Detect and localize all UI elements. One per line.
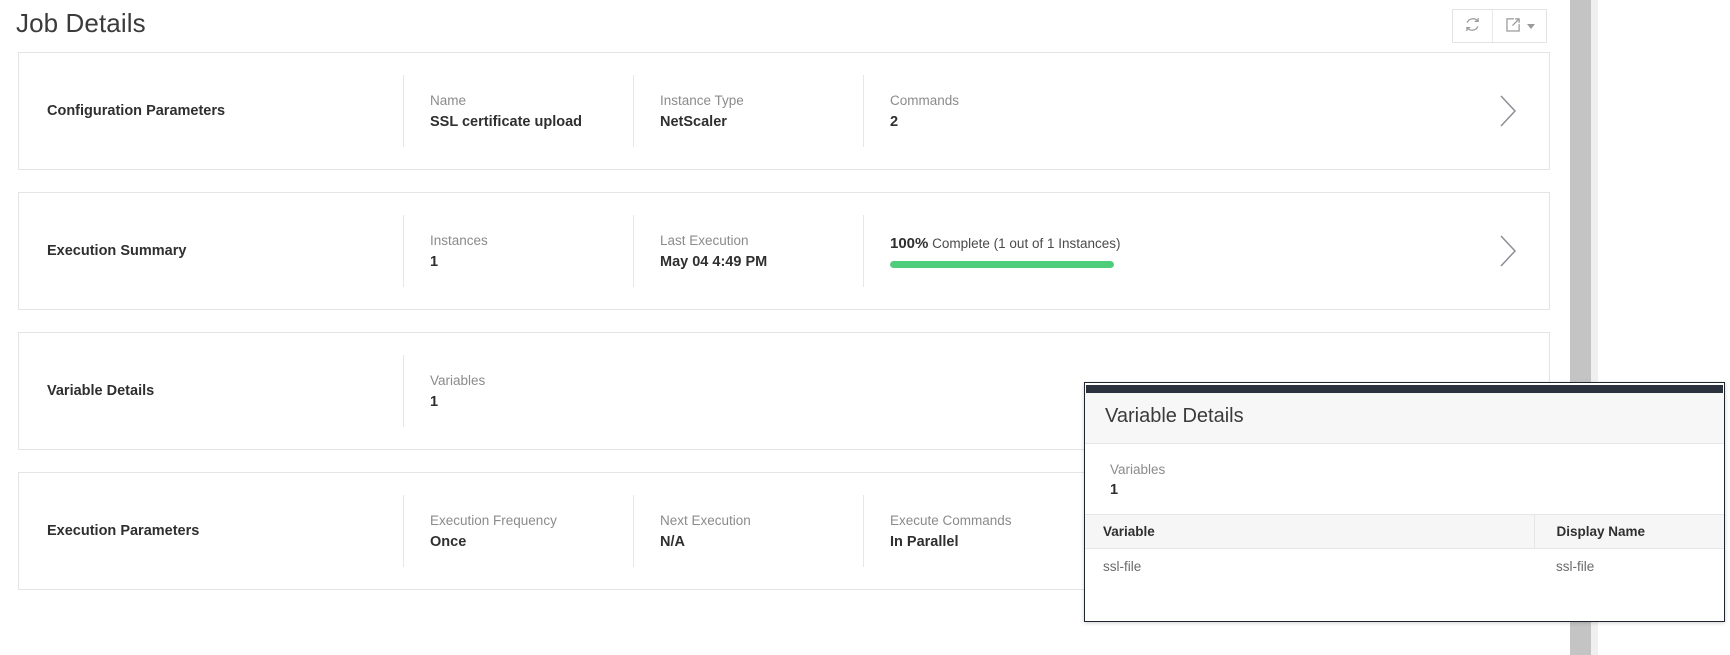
progress-block: 100% Complete (1 out of 1 Instances): [863, 215, 1549, 287]
table-header-row: Variable Display Name: [1085, 514, 1724, 549]
field-value: SSL certificate upload: [430, 113, 583, 130]
column-header-variable[interactable]: Variable: [1085, 514, 1534, 549]
field-instance-type: Instance Type NetScaler: [633, 75, 863, 147]
field-commands: Commands 2: [863, 75, 1549, 147]
field-instances: Instances 1: [403, 215, 633, 287]
progress-caption: Complete (1 out of 1 Instances): [932, 235, 1121, 251]
variables-table: Variable Display Name ssl-file ssl-file: [1085, 514, 1724, 585]
export-button[interactable]: [1492, 10, 1546, 42]
field-label: Instance Type: [660, 92, 744, 108]
panel-title: Variable Details: [1105, 405, 1244, 427]
expand-chevron-icon[interactable]: [1495, 90, 1521, 132]
expand-chevron-icon[interactable]: [1495, 230, 1521, 272]
table-row[interactable]: ssl-file ssl-file: [1085, 548, 1724, 585]
field-label: Commands: [890, 92, 960, 108]
field-label: Next Execution: [660, 512, 751, 528]
progress-percent: 100%: [890, 234, 929, 252]
field-value: 1: [430, 253, 439, 270]
header-actions: [1452, 9, 1547, 43]
page-title: Job Details: [16, 8, 146, 38]
field-last-execution: Last Execution May 04 4:49 PM: [633, 215, 863, 287]
field-value: 2: [890, 113, 899, 130]
cell-display-name: ssl-file: [1534, 548, 1724, 585]
field-execution-frequency: Execution Frequency Once: [403, 495, 633, 567]
summary-value: 1: [1110, 482, 1119, 498]
summary-label: Variables: [1110, 462, 1166, 477]
field-next-execution: Next Execution N/A: [633, 495, 863, 567]
card-title: Execution Summary: [47, 243, 187, 259]
refresh-icon: [1463, 15, 1482, 37]
field-label: Name: [430, 92, 467, 108]
field-value: May 04 4:49 PM: [660, 253, 768, 270]
column-header-display-name[interactable]: Display Name: [1533, 514, 1724, 549]
field-label: Instances: [430, 232, 488, 248]
field-name: Name SSL certificate upload: [403, 75, 633, 147]
card-title: Variable Details: [47, 383, 155, 399]
variable-details-panel: Variable Details Variables 1 Variable Di…: [1084, 382, 1725, 622]
field-value: Once: [430, 533, 467, 550]
progress-text: 100% Complete (1 out of 1 Instances): [890, 235, 1549, 252]
card-configuration-parameters[interactable]: Configuration Parameters Name SSL certif…: [18, 52, 1550, 170]
card-execution-summary[interactable]: Execution Summary Instances 1 Last Execu…: [18, 192, 1550, 310]
card-title: Configuration Parameters: [47, 103, 226, 119]
page-header: Job Details: [0, 0, 1565, 52]
refresh-button[interactable]: [1453, 10, 1492, 42]
field-value: NetScaler: [660, 113, 727, 130]
panel-summary: Variables 1: [1085, 444, 1724, 514]
chevron-down-icon: [1527, 23, 1535, 29]
external-link-icon: [1504, 16, 1522, 37]
field-label: Last Execution: [660, 232, 749, 248]
progress-track: [890, 260, 1114, 268]
progress-fill: [890, 260, 1114, 268]
field-label: Execution Frequency: [430, 512, 557, 528]
cell-variable: ssl-file: [1085, 548, 1534, 585]
panel-accent-bar: [1086, 385, 1723, 393]
job-details-page: Job Details Configuration Parameters Nam…: [0, 0, 1730, 655]
card-title: Execution Parameters: [47, 523, 200, 539]
panel-header: Variable Details: [1085, 393, 1724, 444]
field-value: N/A: [660, 533, 685, 550]
